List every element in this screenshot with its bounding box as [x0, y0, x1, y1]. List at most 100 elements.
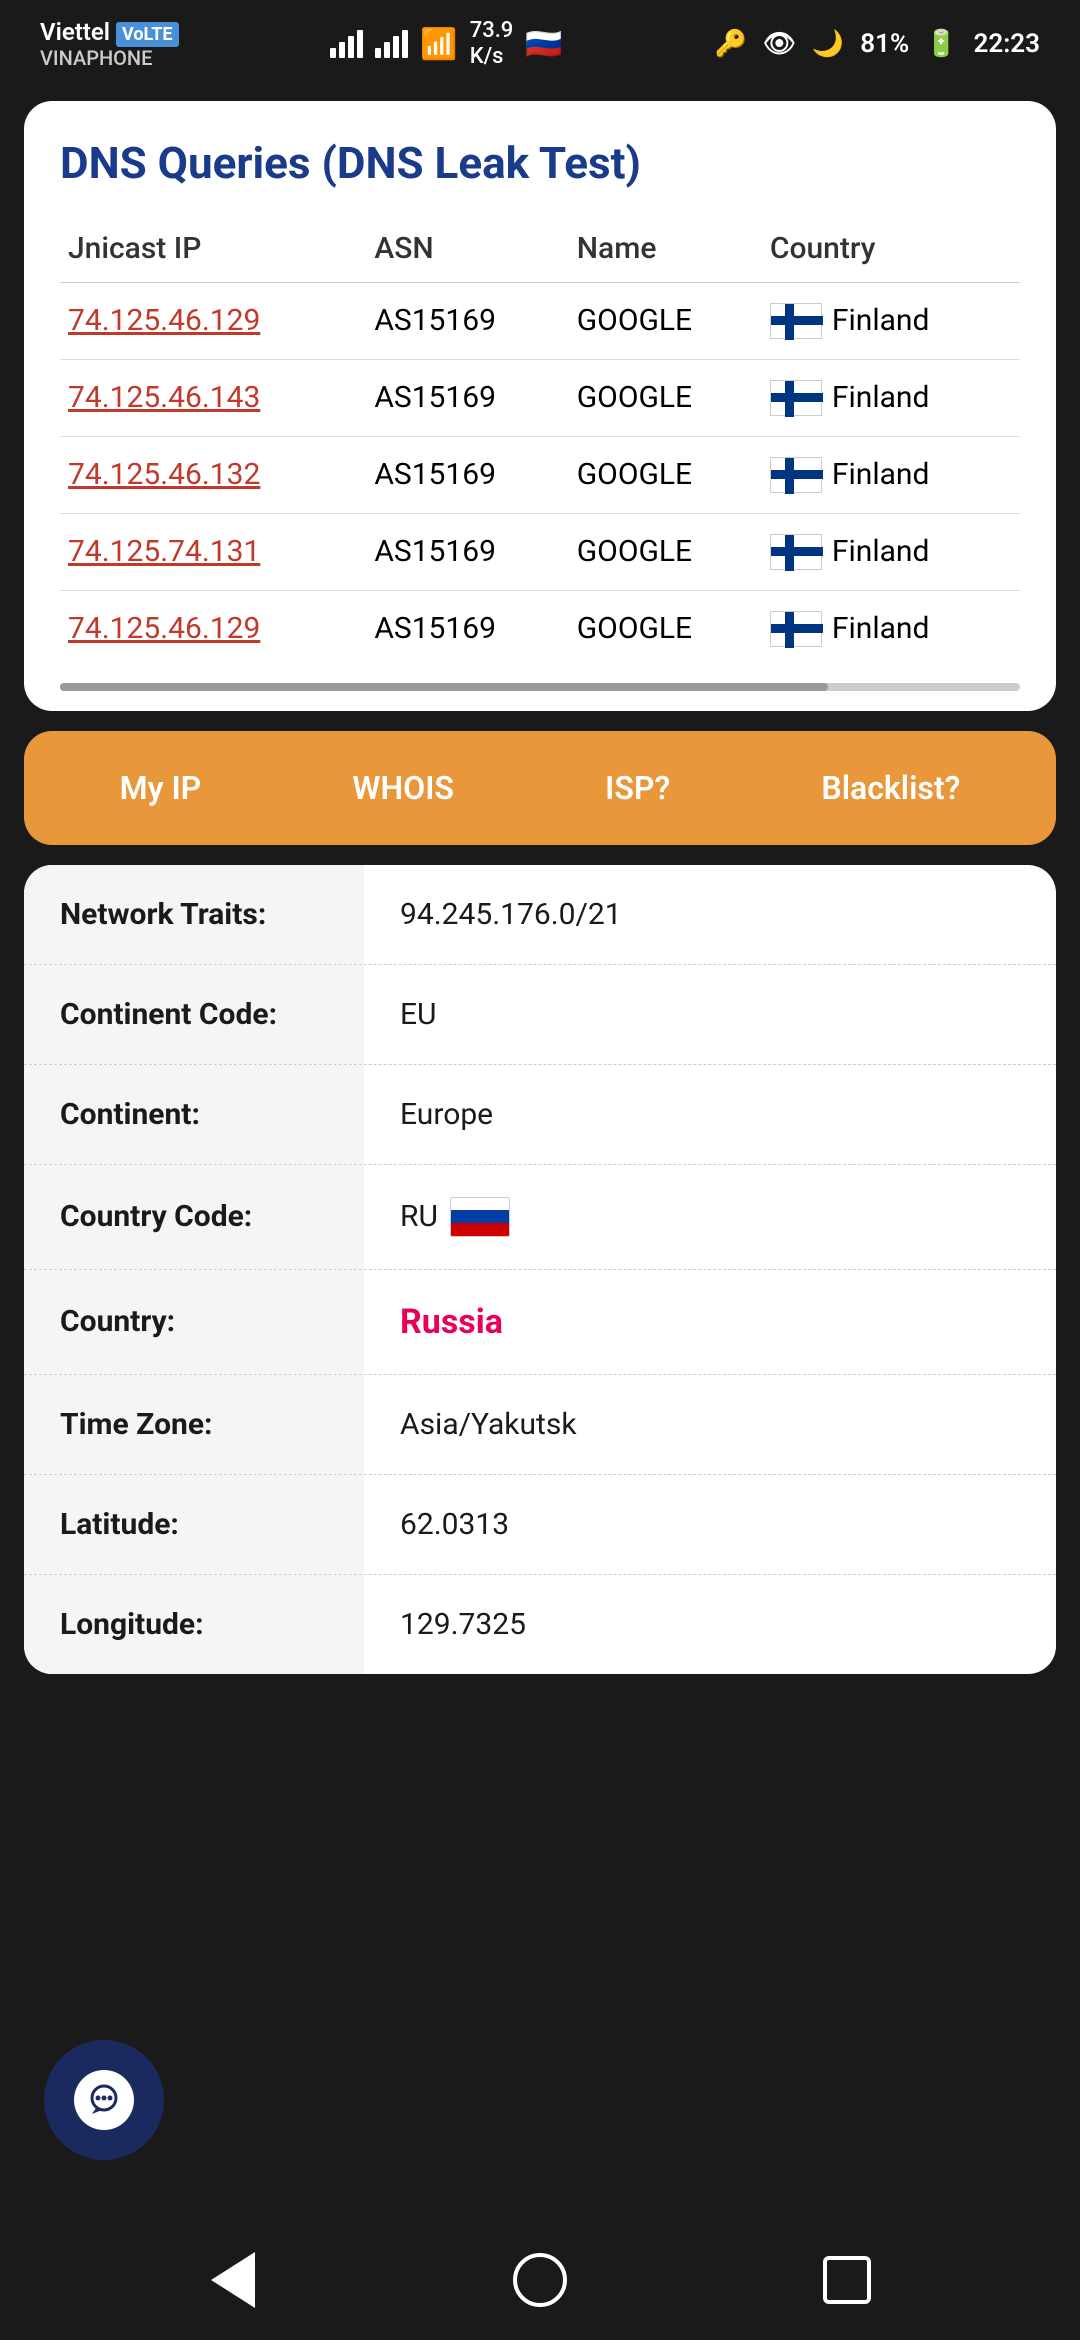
dns-name: GOOGLE [569, 282, 762, 359]
dns-ip[interactable]: 74.125.46.143 [60, 359, 366, 436]
country-label: Finland [832, 611, 930, 646]
dns-title: DNS Queries (DNS Leak Test) [60, 137, 1020, 189]
info-label: Continent: [24, 1065, 364, 1164]
info-row: Network Traits: 94.245.176.0/21 [24, 865, 1056, 965]
dns-row: 74.125.74.131 AS15169 GOOGLE Finland [60, 513, 1020, 590]
dns-asn: AS15169 [366, 436, 568, 513]
scroll-thumb [60, 683, 828, 691]
flag-finland-icon [770, 611, 822, 647]
dns-country: Finland [762, 513, 1020, 590]
nav-tabs[interactable]: My IP WHOIS ISP? Blacklist? [24, 731, 1056, 845]
flag-finland-icon [770, 380, 822, 416]
col-asn: ASN [366, 219, 568, 283]
info-value-text: Asia/Yakutsk [400, 1407, 577, 1442]
signal-bars-2 [375, 30, 408, 58]
dns-row: 74.125.46.129 AS15169 GOOGLE Finland [60, 590, 1020, 667]
speed-display: 73.9 K/s [470, 18, 514, 71]
dns-ip[interactable]: 74.125.46.132 [60, 436, 366, 513]
info-value: Russia [364, 1270, 1056, 1374]
info-label: Country: [24, 1270, 364, 1374]
country-label: Finland [832, 380, 930, 415]
scroll-indicator [60, 683, 1020, 691]
dns-country: Finland [762, 282, 1020, 359]
key-icon: 🔑 [714, 29, 746, 59]
chat-button[interactable] [44, 2040, 164, 2160]
bottom-nav [0, 2220, 1080, 2340]
dns-row: 74.125.46.129 AS15169 GOOGLE Finland [60, 282, 1020, 359]
country-label: Finland [832, 303, 930, 338]
country-code-value: RU [400, 1199, 438, 1234]
info-value: 62.0313 [364, 1475, 1056, 1574]
dns-ip[interactable]: 74.125.74.131 [60, 513, 366, 590]
signal-bars-1 [330, 30, 363, 58]
tab-blacklist[interactable]: Blacklist? [801, 759, 980, 817]
carrier-name: Viettel VoLTE [40, 18, 179, 46]
home-button[interactable] [500, 2240, 580, 2320]
flag-finland-icon [770, 303, 822, 339]
info-value: Europe [364, 1065, 1056, 1164]
dns-asn: AS15169 [366, 590, 568, 667]
moon-icon: 🌙 [812, 29, 844, 59]
clock: 22:23 [974, 29, 1041, 59]
status-bar: Viettel VoLTE VINAPHONE 📶 73.9 K/s 🇷🇺 🔑 … [0, 0, 1080, 81]
status-right: 🔑 👁 🌙 81% 🔋 22:23 [714, 29, 1040, 59]
info-value: EU [364, 965, 1056, 1064]
info-row: Country: Russia [24, 1270, 1056, 1375]
info-row: Longitude: 129.7325 [24, 1575, 1056, 1674]
dns-country: Finland [762, 436, 1020, 513]
dns-row: 74.125.46.143 AS15169 GOOGLE Finland [60, 359, 1020, 436]
info-label: Country Code: [24, 1165, 364, 1269]
status-center: 📶 73.9 K/s 🇷🇺 [330, 18, 562, 71]
info-row: Country Code: RU [24, 1165, 1056, 1270]
flag-finland-icon [770, 457, 822, 493]
dns-country: Finland [762, 590, 1020, 667]
info-row: Latitude: 62.0313 [24, 1475, 1056, 1575]
battery-icon: 🔋 [925, 29, 957, 59]
dns-card: DNS Queries (DNS Leak Test) Jnicast IP A… [24, 101, 1056, 711]
recents-icon [823, 2256, 871, 2304]
info-label: Continent Code: [24, 965, 364, 1064]
country-label: Finland [832, 457, 930, 492]
info-label: Latitude: [24, 1475, 364, 1574]
dns-name: GOOGLE [569, 436, 762, 513]
home-icon [513, 2253, 567, 2307]
dns-ip[interactable]: 74.125.46.129 [60, 590, 366, 667]
battery-percent: 81% [860, 29, 909, 59]
dns-name: GOOGLE [569, 590, 762, 667]
info-value-text: 62.0313 [400, 1507, 509, 1542]
tab-whois[interactable]: WHOIS [332, 759, 474, 817]
info-value: 129.7325 [364, 1575, 1056, 1674]
eye-icon: 👁 [763, 29, 796, 59]
country-label: Finland [832, 534, 930, 569]
info-label: Longitude: [24, 1575, 364, 1674]
recents-button[interactable] [807, 2240, 887, 2320]
flag-russia-icon [450, 1197, 510, 1237]
info-value: Asia/Yakutsk [364, 1375, 1056, 1474]
info-value-text: 129.7325 [400, 1607, 526, 1642]
info-row: Continent: Europe [24, 1065, 1056, 1165]
info-value-text: 94.245.176.0/21 [400, 897, 622, 932]
info-value: 94.245.176.0/21 [364, 865, 1056, 964]
wifi-icon: 📶 [420, 27, 457, 62]
tab-isp[interactable]: ISP? [585, 759, 690, 817]
dns-table: Jnicast IP ASN Name Country 74.125.46.12… [60, 219, 1020, 667]
info-value-text: Russia [400, 1302, 503, 1342]
flag-finland-icon [770, 534, 822, 570]
dns-name: GOOGLE [569, 513, 762, 590]
info-label: Time Zone: [24, 1375, 364, 1474]
dns-ip[interactable]: 74.125.46.129 [60, 282, 366, 359]
tab-my-ip[interactable]: My IP [100, 759, 222, 817]
main-content: DNS Queries (DNS Leak Test) Jnicast IP A… [0, 81, 1080, 2220]
info-row: Continent Code: EU [24, 965, 1056, 1065]
carrier-sub: VINAPHONE [40, 46, 179, 70]
chat-icon [74, 2070, 134, 2130]
col-country: Country [762, 219, 1020, 283]
dns-asn: AS15169 [366, 282, 568, 359]
info-value-text: Europe [400, 1097, 493, 1132]
back-button[interactable] [193, 2240, 273, 2320]
info-label: Network Traits: [24, 865, 364, 964]
info-value-text: EU [400, 997, 437, 1032]
back-icon [211, 2252, 255, 2308]
carrier-info: Viettel VoLTE VINAPHONE [40, 18, 179, 70]
info-card: Network Traits: 94.245.176.0/21 Continen… [24, 865, 1056, 1674]
